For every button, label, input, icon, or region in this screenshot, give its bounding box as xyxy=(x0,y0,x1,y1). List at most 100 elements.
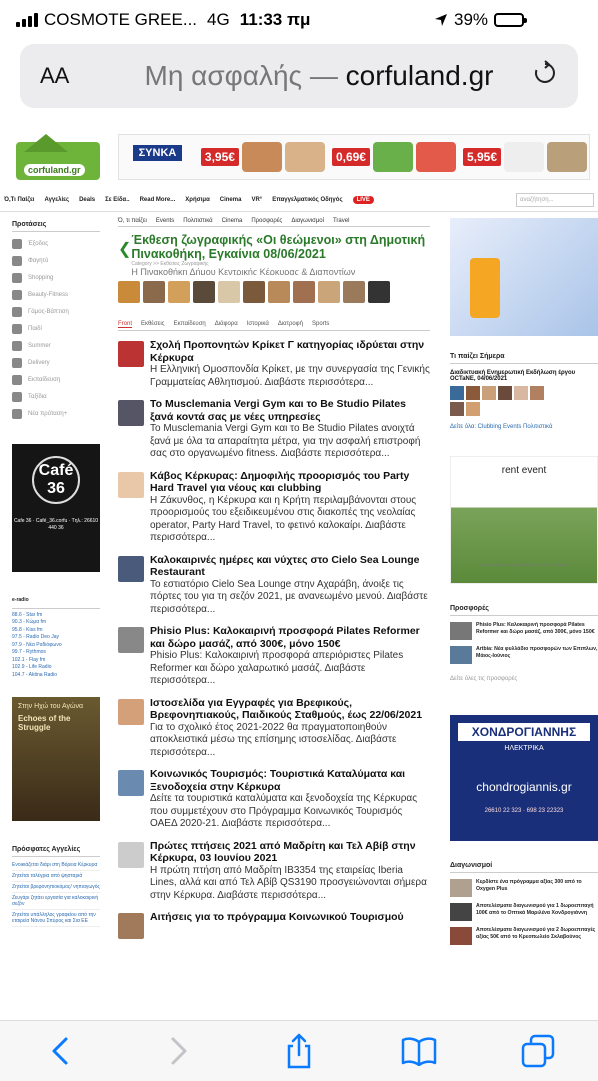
nav-item[interactable]: Ό,Τι Παίζει xyxy=(4,197,34,203)
nav-item[interactable]: Αγγελίες xyxy=(44,197,69,203)
thumbnail[interactable] xyxy=(466,386,480,400)
tab[interactable]: Events xyxy=(156,218,174,224)
cafe-36-ad[interactable]: Café 36 Cafe 36 · Café_36.corfu · Tηλ.: … xyxy=(12,444,100,572)
tab[interactable]: Εκπαίδευση xyxy=(174,321,206,328)
category-link[interactable]: Γάμος-Βάπτιση xyxy=(12,303,100,320)
news-item[interactable]: Κοινωνικός Τουρισμός: Τουριστικά Καταλύμ… xyxy=(118,768,430,831)
contest-item[interactable]: Κερδίστε ένα πρόγραμμα αξίας 300 από το … xyxy=(450,879,598,897)
offer-title[interactable]: Phisio Plus: Καλοκαιρινή προσφορά Pilate… xyxy=(476,622,598,640)
thumbnail[interactable] xyxy=(368,281,390,303)
news-item[interactable]: Σχολή Προπονητών Κρίκετ Γ κατηγορίας ιδρ… xyxy=(118,339,430,389)
tab[interactable]: Front xyxy=(118,321,133,328)
contest-item[interactable]: Αποτελέσματα διαγωνισμού για 1 δωροεπιτα… xyxy=(450,903,598,921)
thumbnail[interactable] xyxy=(168,281,190,303)
nav-item[interactable]: VR° xyxy=(251,197,262,203)
radio-station[interactable]: 97.5 - Radio Deo Jay xyxy=(12,634,100,642)
site-search-input[interactable]: αναζήτηση... xyxy=(516,192,594,207)
contest-title[interactable]: Αποτελέσματα διαγωνισμού για 2 δωροεπιτα… xyxy=(476,927,598,945)
category-link[interactable]: Delivery xyxy=(12,354,100,371)
top-banner-ad[interactable]: ΣΥΝΚΑ 3,95€ 0,69€ 5,95€ xyxy=(118,134,590,180)
live-badge[interactable]: LIVE xyxy=(352,195,374,204)
thumbnail[interactable] xyxy=(450,402,464,416)
tab[interactable]: Διαγωνισμοί xyxy=(291,218,324,224)
thumbnail[interactable] xyxy=(514,386,528,400)
nav-item[interactable]: Cinema xyxy=(220,197,242,203)
news-item[interactable]: Καλοκαιρινές ημέρες και νύχτες στο Cielo… xyxy=(118,554,430,617)
tab[interactable]: Travel xyxy=(333,218,349,224)
all-offers-link[interactable]: Δείτε όλες τις προσφορές xyxy=(450,670,598,687)
today-links[interactable]: Δείτε όλα: Clubbing Events Πολιτιστικά xyxy=(450,424,598,430)
news-title[interactable]: Phisio Plus: Καλοκαιρινή προσφορά Pilate… xyxy=(150,625,430,650)
site-logo[interactable]: corfuland.gr xyxy=(16,134,100,180)
chondrogiannis-ad[interactable]: ΧΟΝΔΡΟΓΙΑΝΝΗΣ ΗΛΕΚΤΡΙΚΑ chondrogiannis.g… xyxy=(450,715,598,841)
category-link[interactable]: Νέα πρόταση+ xyxy=(12,405,100,422)
tab[interactable]: Εκθέσεις xyxy=(141,321,165,328)
category-link[interactable]: Φαγητό xyxy=(12,252,100,269)
tab[interactable]: Πολιτιστικά xyxy=(183,218,212,224)
category-link[interactable]: Ταξίδια xyxy=(12,388,100,405)
tab[interactable]: Προσφορές xyxy=(251,218,282,224)
thumbnail[interactable] xyxy=(466,402,480,416)
radio-station[interactable]: 99.7 - Rythmos xyxy=(12,649,100,657)
radio-station[interactable]: 102.9 - Life Radio xyxy=(12,664,100,672)
category-link[interactable]: Εκπαίδευση xyxy=(12,371,100,388)
thumbnail[interactable] xyxy=(268,281,290,303)
rent-event-ad[interactable]: rent event Ενοικίαση εξοπλισμού εκδηλώσε… xyxy=(450,456,598,584)
share-icon[interactable] xyxy=(277,1029,321,1073)
thumbnail[interactable] xyxy=(243,281,265,303)
book-ad[interactable]: Στην Ηχώ του Αγώνα Echoes of the Struggl… xyxy=(12,697,100,821)
radio-station[interactable]: 88.6 - Star fm xyxy=(12,612,100,620)
tab[interactable]: Cinema xyxy=(222,218,243,224)
classified-item[interactable]: Ζητείται ταλέγρια από ψησταριά xyxy=(12,871,100,882)
category-link[interactable]: Shopping xyxy=(12,269,100,286)
news-title[interactable]: Αιτήσεις για το πρόγραμμα Κοινωνικού Του… xyxy=(150,911,430,924)
thumbnail[interactable] xyxy=(450,386,464,400)
category-link[interactable]: Summer xyxy=(12,337,100,354)
featured-title[interactable]: Έκθεση ζωγραφικής «Οι θεώμενοι» στη Δημο… xyxy=(131,233,430,261)
offer-item[interactable]: Artbia: Νέα φυλλάδιο προσφορών των Επιπλ… xyxy=(450,646,598,664)
thumbnail[interactable] xyxy=(193,281,215,303)
nav-item[interactable]: Σε Είδα.. xyxy=(105,197,129,203)
news-title[interactable]: Ιστοσελίδα για Εγγραφές για Βρεφικούς, Β… xyxy=(150,697,430,722)
news-title[interactable]: Πρώτες πτήσεις 2021 από Μαδρίτη και Τελ … xyxy=(150,840,430,865)
news-title[interactable]: Το Musclemania Vergi Gym και το Be Studi… xyxy=(150,398,430,423)
forward-icon[interactable] xyxy=(157,1029,201,1073)
bookmarks-icon[interactable] xyxy=(397,1029,441,1073)
news-title[interactable]: Σχολή Προπονητών Κρίκετ Γ κατηγορίας ιδρ… xyxy=(150,339,430,364)
category-link[interactable]: Beauty-Fitness xyxy=(12,286,100,303)
nav-item[interactable]: Χρήσιμα xyxy=(185,197,210,203)
news-title[interactable]: Κοινωνικός Τουρισμός: Τουριστικά Καταλύμ… xyxy=(150,768,430,793)
thumbnail[interactable] xyxy=(118,281,140,303)
interreg-ad[interactable] xyxy=(450,218,598,336)
nav-item[interactable]: Read More... xyxy=(140,197,176,203)
featured-article[interactable]: ❮ Έκθεση ζωγραφικής «Οι θεώμενοι» στη Δη… xyxy=(118,233,430,275)
radio-station[interactable]: 95.8 - Kiss fm xyxy=(12,627,100,635)
news-item[interactable]: Ιστοσελίδα για Εγγραφές για Βρεφικούς, Β… xyxy=(118,697,430,760)
tab[interactable]: Sports xyxy=(312,321,329,328)
url-display[interactable]: Μη ασφαλής — corfuland.gr xyxy=(110,60,528,92)
tab[interactable]: Διατροφή xyxy=(278,321,303,328)
news-title[interactable]: Καλοκαιρινές ημέρες και νύχτες στο Cielo… xyxy=(150,554,430,579)
news-item[interactable]: Το Musclemania Vergi Gym και το Be Studi… xyxy=(118,398,430,461)
contest-title[interactable]: Αποτελέσματα διαγωνισμού για 1 δωροεπιτα… xyxy=(476,903,598,921)
radio-station[interactable]: 90.3 - Κώμα fm xyxy=(12,619,100,627)
thumbnail[interactable] xyxy=(143,281,165,303)
news-title[interactable]: Κάβος Κέρκυρας: Δημοφιλής προορισμός του… xyxy=(150,470,430,495)
thumbnail[interactable] xyxy=(482,386,496,400)
news-item[interactable]: Phisio Plus: Καλοκαιρινή προσφορά Pilate… xyxy=(118,625,430,688)
tab[interactable]: Διάφορα xyxy=(215,321,238,328)
contest-title[interactable]: Κερδίστε ένα πρόγραμμα αξίας 300 από το … xyxy=(476,879,598,897)
address-bar[interactable]: AA Μη ασφαλής — corfuland.gr xyxy=(20,44,578,108)
classified-item[interactable]: Ζητείται βρεφονηπιοκόμος/ νηπιαγωγός xyxy=(12,882,100,893)
category-link[interactable]: Έξοδος xyxy=(12,235,100,252)
back-icon[interactable] xyxy=(38,1029,82,1073)
nav-item[interactable]: Deals xyxy=(79,197,95,203)
news-item[interactable]: Πρώτες πτήσεις 2021 από Μαδρίτη και Τελ … xyxy=(118,840,430,903)
tab[interactable]: Ό, τι παίζει xyxy=(118,218,147,224)
chevron-left-icon[interactable]: ❮ xyxy=(118,239,131,275)
nav-item[interactable]: Επαγγελματικός Οδηγός xyxy=(272,197,342,203)
news-item[interactable]: Αιτήσεις για το πρόγραμμα Κοινωνικού Του… xyxy=(118,911,430,939)
thumbnail[interactable] xyxy=(218,281,240,303)
thumbnail[interactable] xyxy=(293,281,315,303)
radio-station[interactable]: 97.9 - Νέα Ραδιόφωνο xyxy=(12,642,100,650)
